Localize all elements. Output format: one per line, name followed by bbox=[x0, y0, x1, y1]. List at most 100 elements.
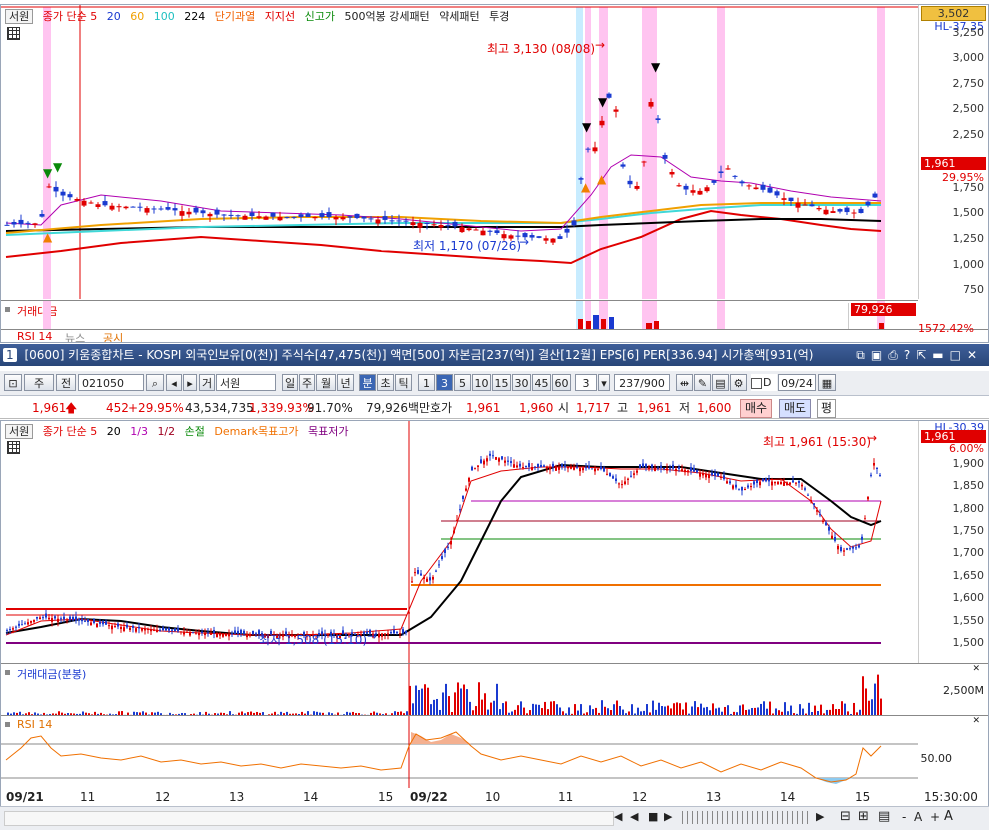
legend-weak-pattern: 약세패턴 bbox=[439, 10, 480, 23]
news-label[interactable]: 뉴스 bbox=[65, 330, 85, 342]
type-select-1[interactable]: 주 bbox=[24, 374, 54, 391]
maximize-icon[interactable]: □ bbox=[950, 348, 967, 362]
candle-body bbox=[228, 633, 230, 637]
fit-icon[interactable]: ▤ bbox=[878, 809, 890, 824]
range-input[interactable]: 237/900 bbox=[614, 374, 670, 391]
volume-bar bbox=[862, 676, 864, 716]
minute-15[interactable]: 15 bbox=[492, 374, 511, 391]
volume-value: 79,926 bbox=[851, 303, 916, 316]
minute-45[interactable]: 45 bbox=[532, 374, 551, 391]
pin-icon[interactable]: ⇱ bbox=[916, 348, 932, 362]
pane-close-icon[interactable]: ✕ bbox=[972, 664, 980, 674]
candle-body bbox=[788, 197, 794, 201]
minimize-icon[interactable]: ▬ bbox=[932, 348, 949, 362]
gear-icon[interactable]: ⚙ bbox=[730, 374, 747, 391]
pane-close-icon[interactable]: ✕ bbox=[972, 716, 980, 726]
candle-body bbox=[378, 633, 380, 638]
candle-body bbox=[570, 467, 572, 469]
candle-body bbox=[746, 185, 752, 187]
high-label: 고 bbox=[617, 401, 629, 415]
scroll-right-icon[interactable]: ▶ bbox=[816, 810, 824, 823]
orange-up-arrow-icon: ▲ bbox=[597, 172, 607, 186]
y-tick: 2,750 bbox=[952, 77, 985, 90]
candle-body bbox=[179, 211, 185, 216]
candle-body bbox=[606, 93, 612, 98]
count-dropdown-icon[interactable]: ▾ bbox=[598, 374, 610, 391]
grid-icon[interactable] bbox=[7, 441, 20, 454]
zoom-in-icon[interactable]: ⊞ bbox=[858, 809, 869, 824]
y-tick: 3,000 bbox=[952, 51, 985, 64]
chart-type-icon[interactable]: ⊡ bbox=[4, 374, 22, 391]
font-icon[interactable]: A bbox=[914, 810, 922, 824]
candle-body bbox=[375, 219, 381, 224]
help-icon[interactable]: ? bbox=[904, 348, 916, 362]
candle-body bbox=[690, 467, 692, 471]
prev-icon[interactable]: ◂ bbox=[166, 374, 182, 391]
eval-button[interactable]: 평 bbox=[817, 399, 837, 418]
font-smaller-icon[interactable]: - bbox=[902, 810, 906, 824]
disk-icon[interactable]: ▤ bbox=[712, 374, 729, 391]
volume-bar bbox=[493, 700, 495, 716]
candle-body bbox=[213, 630, 215, 634]
grid-icon[interactable] bbox=[7, 27, 20, 40]
period-year[interactable]: 년 bbox=[337, 374, 354, 391]
scroll-left-icon[interactable]: ◀ bbox=[614, 810, 622, 823]
code-input[interactable]: 021050 bbox=[78, 374, 144, 391]
play-next-icon[interactable]: ▶ bbox=[664, 810, 672, 823]
draw-icon[interactable]: ✎ bbox=[694, 374, 711, 391]
lower-rsi-pane: RSI 14 50.00 ✕ bbox=[1, 715, 988, 788]
count-input[interactable]: 3 bbox=[575, 374, 597, 391]
volume-bar bbox=[484, 693, 486, 716]
x-label: 11 bbox=[558, 790, 574, 804]
candle-body bbox=[36, 616, 38, 619]
sell-button[interactable]: 매도 bbox=[779, 399, 812, 418]
close-icon[interactable]: ✕ bbox=[967, 348, 983, 362]
minute-3[interactable]: 3 bbox=[436, 374, 453, 391]
period-week[interactable]: 주 bbox=[299, 374, 315, 391]
window-title-bar[interactable]: 1 [0600] 키움종합차트 - KOSPI 외국인보유[0(천)] 주식수[… bbox=[0, 344, 989, 366]
save-icon[interactable]: ▣ bbox=[871, 348, 888, 362]
font-larger-icon[interactable]: + bbox=[930, 810, 940, 824]
zoom-slider[interactable] bbox=[682, 811, 812, 824]
candle-body bbox=[777, 481, 779, 485]
candle-body bbox=[75, 616, 77, 621]
calendar-icon[interactable]: ▦ bbox=[818, 374, 836, 391]
minute-30[interactable]: 30 bbox=[512, 374, 531, 391]
search-icon[interactable]: ⌕ bbox=[146, 374, 164, 391]
date-input[interactable]: 09/24 bbox=[778, 374, 816, 391]
candle-body bbox=[66, 619, 68, 621]
stop-icon[interactable]: ■ bbox=[648, 810, 658, 823]
font-big-icon[interactable]: A bbox=[944, 809, 953, 824]
minute-5[interactable]: 5 bbox=[454, 374, 471, 391]
zoom-out-icon[interactable]: ⊟ bbox=[840, 809, 851, 824]
next-icon[interactable]: ▸ bbox=[183, 374, 197, 391]
minute-60[interactable]: 60 bbox=[552, 374, 571, 391]
candle-body bbox=[684, 469, 686, 473]
stock-tag[interactable]: 서원 bbox=[5, 9, 34, 24]
candle-body bbox=[864, 518, 866, 520]
buy-button[interactable]: 매수 bbox=[740, 399, 773, 418]
stock-name-field[interactable]: 서원 bbox=[216, 374, 276, 391]
type-select-2[interactable]: 전 bbox=[56, 374, 76, 391]
candle-body bbox=[540, 464, 542, 467]
play-prev-icon[interactable]: ◀ bbox=[630, 810, 638, 823]
candle-body bbox=[627, 478, 629, 480]
period-minute[interactable]: 분 bbox=[359, 374, 376, 391]
scrollbar-track[interactable] bbox=[4, 811, 614, 826]
notice-label[interactable]: 공시 bbox=[103, 330, 123, 342]
y-tick: 1,750 bbox=[952, 524, 985, 537]
period-second[interactable]: 초 bbox=[377, 374, 394, 391]
period-month[interactable]: 월 bbox=[316, 374, 336, 391]
zoom-icon[interactable]: ⇹ bbox=[676, 374, 693, 391]
period-day[interactable]: 일 bbox=[282, 374, 298, 391]
candle-body bbox=[390, 632, 392, 634]
link-icon[interactable]: ⧉ bbox=[856, 348, 871, 362]
candle-body bbox=[813, 503, 815, 506]
d-checkbox[interactable]: D bbox=[751, 374, 777, 391]
minute-1[interactable]: 1 bbox=[418, 374, 435, 391]
stock-tag[interactable]: 서원 bbox=[5, 424, 34, 439]
print-icon[interactable]: ⎙ bbox=[888, 348, 904, 362]
period-tick[interactable]: 틱 bbox=[395, 374, 412, 391]
candle-body bbox=[291, 216, 297, 218]
minute-10[interactable]: 10 bbox=[472, 374, 491, 391]
